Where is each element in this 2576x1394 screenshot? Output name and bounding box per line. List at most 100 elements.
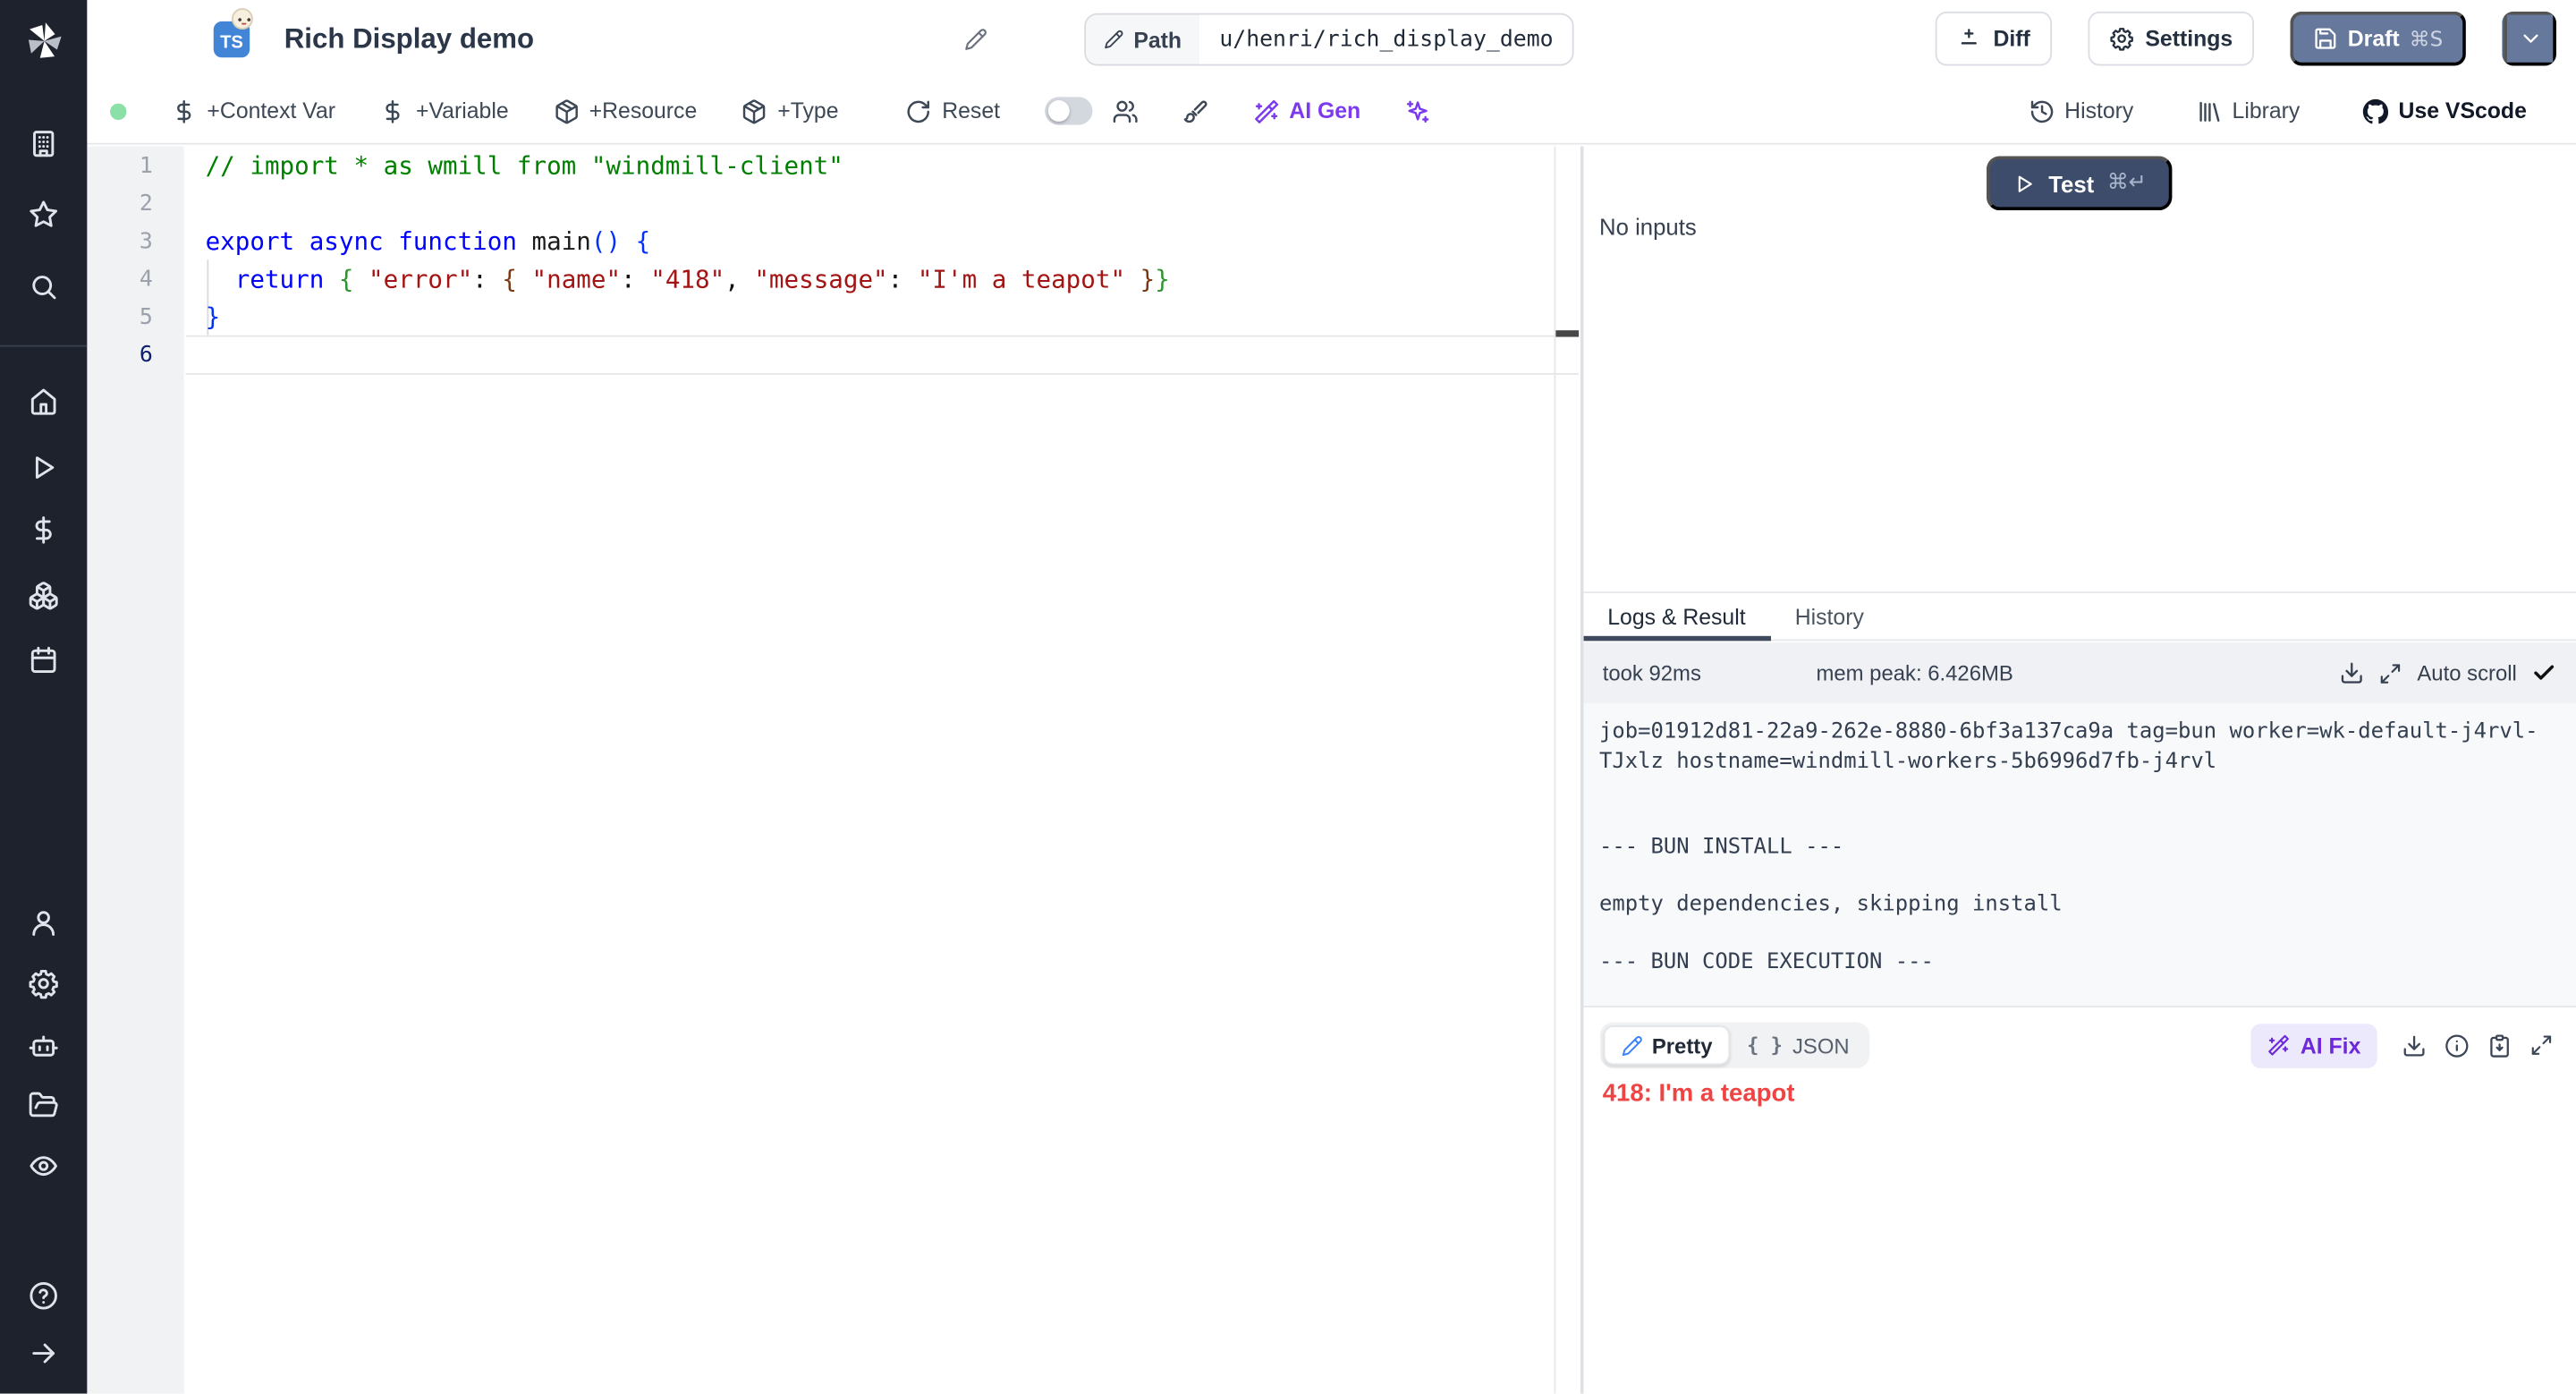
users-icon[interactable] bbox=[1112, 98, 1138, 123]
library-icon bbox=[2196, 98, 2222, 123]
gear-icon bbox=[2109, 26, 2134, 51]
toolbar-button-type[interactable]: +Type bbox=[741, 98, 839, 123]
arrow-right-icon bbox=[28, 1338, 59, 1369]
ai-fix-button[interactable]: AI Fix bbox=[2251, 1023, 2377, 1067]
path-label: Path bbox=[1133, 27, 1182, 52]
toolbar-button-variable[interactable]: +Variable bbox=[380, 98, 509, 123]
run-panel: Test ⌘↵ No inputs Logs & Result History … bbox=[1583, 146, 2576, 1393]
sidebar-item-folders[interactable] bbox=[0, 1090, 87, 1121]
download-result-icon[interactable] bbox=[2402, 1033, 2427, 1058]
windmill-logo-icon[interactable] bbox=[0, 16, 87, 65]
bun-runtime-badge-icon bbox=[232, 8, 253, 30]
mem-peak: mem peak: 6.426MB bbox=[1816, 660, 2012, 685]
save-icon bbox=[2313, 26, 2338, 51]
sidebar-item-help[interactable] bbox=[0, 1280, 87, 1312]
result-view-switch: Pretty { } JSON bbox=[1599, 1022, 1869, 1067]
page-title: Rich Display demo bbox=[284, 23, 534, 56]
sidebar-item-audit-logs[interactable] bbox=[0, 1151, 87, 1182]
expand-result-icon[interactable] bbox=[2530, 1033, 2554, 1057]
copy-result-icon[interactable] bbox=[2487, 1033, 2512, 1058]
sidebar-item-runs[interactable] bbox=[0, 452, 87, 483]
history-icon bbox=[2029, 98, 2055, 123]
settings-button[interactable]: Settings bbox=[2088, 12, 2254, 66]
code-line-3: export async function main() { bbox=[206, 224, 1548, 261]
draft-button[interactable]: Draft ⌘S bbox=[2290, 12, 2465, 66]
check-icon[interactable] bbox=[2531, 660, 2556, 685]
package-icon bbox=[553, 98, 579, 123]
boxes-icon bbox=[28, 580, 59, 611]
info-icon[interactable] bbox=[2445, 1033, 2470, 1058]
run-duration: took 92ms bbox=[1603, 660, 1701, 685]
line-number: 6 bbox=[87, 337, 152, 375]
sidebar-item-workers[interactable] bbox=[0, 1031, 87, 1062]
pretty-view-button[interactable]: Pretty bbox=[1603, 1025, 1731, 1065]
toolbar-button-use-vscode[interactable]: Use VScode bbox=[2362, 98, 2527, 123]
line-number: 1 bbox=[87, 148, 152, 185]
sparkles-icon[interactable] bbox=[1405, 98, 1431, 123]
sidebar-item-resources[interactable] bbox=[0, 580, 87, 611]
toolbar-left-items: +Context Var +Variable +Resource +Type Reset… bbox=[87, 97, 1431, 124]
sidebar-item-schedules[interactable] bbox=[0, 644, 87, 676]
toolbar-right-items: History Library Use VScode bbox=[2029, 98, 2576, 123]
line-number: 2 bbox=[87, 186, 152, 224]
line-number: 5 bbox=[87, 299, 152, 336]
sidebar-item-favorites[interactable] bbox=[0, 199, 87, 230]
sidebar-item-search[interactable] bbox=[0, 271, 87, 302]
script-status-dot bbox=[110, 103, 126, 119]
brush-icon[interactable] bbox=[1182, 98, 1208, 123]
line-number: 4 bbox=[87, 261, 152, 299]
deploy-dropdown-button[interactable] bbox=[2504, 12, 2556, 66]
tab-history[interactable]: History bbox=[1770, 593, 1888, 639]
toolbar-button-history[interactable]: History bbox=[2029, 98, 2134, 123]
path-value: u/henri/rich_display_demo bbox=[1199, 15, 1572, 64]
code-line-6 bbox=[206, 337, 1548, 375]
toolbar-button-context-var[interactable]: +Context Var bbox=[171, 98, 335, 123]
expand-logs-icon[interactable] bbox=[2379, 661, 2402, 684]
sidebar-item-users[interactable] bbox=[0, 907, 87, 939]
result-actions: AI Fix bbox=[2251, 1023, 2554, 1067]
test-button[interactable]: Test ⌘↵ bbox=[1986, 156, 2173, 210]
no-inputs-label: No inputs bbox=[1599, 214, 1697, 240]
diff-icon bbox=[1957, 26, 1982, 51]
pen-icon bbox=[1621, 1034, 1642, 1056]
toolbar-button-ai-gen[interactable]: AI Gen bbox=[1253, 98, 1360, 123]
sidebar-item-variables[interactable] bbox=[0, 514, 87, 546]
sidebar-item-home[interactable] bbox=[0, 387, 87, 418]
editor-toolbar: +Context Var +Variable +Resource +Type Reset… bbox=[87, 79, 2576, 144]
download-logs-icon[interactable] bbox=[2340, 660, 2365, 685]
json-view-button[interactable]: { } JSON bbox=[1731, 1025, 1866, 1065]
code-editor[interactable]: 123456 // import * as wmill from "windmi… bbox=[87, 146, 1580, 1393]
windmill-script-editor: TS Rich Display demo Path u/henri/rich_d… bbox=[0, 0, 2576, 1394]
path-button[interactable]: Path u/henri/rich_display_demo bbox=[1084, 13, 1574, 66]
divider bbox=[1583, 1006, 2576, 1007]
dollar-sign-icon bbox=[28, 514, 59, 546]
edit-title-pencil-icon[interactable] bbox=[964, 28, 987, 51]
main-area: 123456 // import * as wmill from "windmi… bbox=[87, 146, 2576, 1393]
sidebar-item-expand-sidebar[interactable] bbox=[0, 1338, 87, 1369]
calendar-icon bbox=[28, 644, 59, 676]
code-line-2 bbox=[206, 186, 1548, 224]
deploy-button-group: Deploy bbox=[2502, 12, 2556, 66]
help-circle-icon bbox=[28, 1280, 59, 1312]
package-icon bbox=[741, 98, 767, 123]
toolbar-button-resource[interactable]: +Resource bbox=[553, 98, 697, 123]
draft-shortcut: ⌘S bbox=[2410, 26, 2444, 51]
sidebar-item-workspace[interactable] bbox=[0, 128, 87, 159]
overview-cursor-mark bbox=[1555, 330, 1579, 336]
folder-open-icon bbox=[28, 1090, 59, 1121]
result-toolbar: Pretty { } JSON AI Fix bbox=[1599, 1022, 2553, 1067]
sidebar-item-settings[interactable] bbox=[0, 968, 87, 999]
topbar-actions: Diff Settings Draft ⌘S Deploy bbox=[1936, 12, 2556, 66]
auto-scroll-label[interactable]: Auto scroll bbox=[2417, 660, 2516, 685]
diff-button[interactable]: Diff bbox=[1936, 12, 2051, 66]
toolbar-button-reset[interactable]: Reset bbox=[906, 98, 1000, 123]
toolbar-button-library[interactable]: Library bbox=[2196, 98, 2300, 123]
eye-icon bbox=[28, 1151, 59, 1182]
test-shortcut: ⌘↵ bbox=[2107, 171, 2147, 196]
pencil-icon bbox=[1104, 30, 1123, 49]
diff-mode-toggle[interactable] bbox=[1045, 97, 1092, 124]
home-icon bbox=[28, 387, 59, 418]
tab-logs-and-result[interactable]: Logs & Result bbox=[1583, 593, 1770, 639]
code-line-1: // import * as wmill from "windmill-clie… bbox=[206, 148, 1548, 185]
chevron-down-icon bbox=[2518, 26, 2543, 51]
